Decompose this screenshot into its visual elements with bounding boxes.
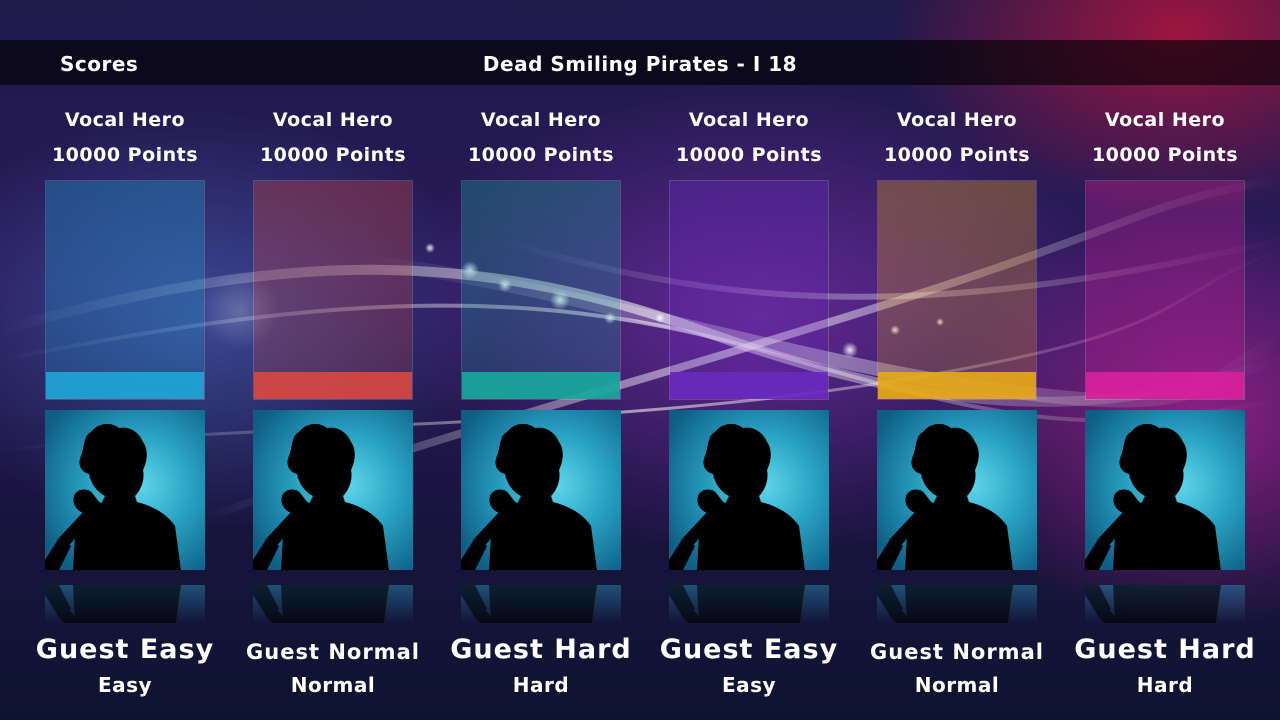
points-label: 10000 Points [467,144,615,166]
singer-silhouette-icon [45,423,181,570]
score-meter-band [670,372,828,399]
player-column: Vocal Hero 10000 Points Guest Easy Easy [36,0,213,720]
score-meter-band [878,372,1036,399]
score-meter-fill [254,181,412,399]
player-avatar-reflection [669,585,829,623]
score-meter [461,180,621,400]
singer-silhouette-icon [1085,585,1221,623]
player-name: Guest Normal [246,640,420,664]
player-column: Vocal Hero 10000 Points Guest Hard Hard [1074,0,1255,720]
instrument-label: Vocal Hero [480,109,602,131]
player-avatar-reflection [461,585,621,623]
singer-silhouette-icon [461,423,597,570]
singer-silhouette-icon [253,585,389,623]
singer-silhouette-icon [1085,423,1221,570]
player-avatar-reflection [253,585,413,623]
score-meter-band [1086,372,1244,399]
player-avatar [45,410,205,570]
player-avatar [253,410,413,570]
instrument-label: Vocal Hero [1104,109,1226,131]
singer-silhouette-icon [669,585,805,623]
player-avatar [669,410,829,570]
score-meter [1085,180,1245,400]
singer-silhouette-icon [253,423,389,570]
score-screen: Scores Dead Smiling Pirates - I 18 Vocal… [0,0,1280,720]
difficulty-label: Hard [512,673,570,697]
difficulty-label: Easy [721,673,777,697]
singer-silhouette-icon [461,585,597,623]
instrument-label: Vocal Hero [64,109,186,131]
score-meter [877,180,1037,400]
singer-silhouette-icon [877,423,1013,570]
player-avatar-reflection [45,585,205,623]
player-avatar-reflection [877,585,1037,623]
player-avatar-reflection [1085,585,1245,623]
singer-silhouette-icon [45,585,181,623]
difficulty-label: Easy [97,673,153,697]
score-meter-band [254,372,412,399]
player-column: Vocal Hero 10000 Points Guest Hard Hard [450,0,631,720]
player-name: Guest Hard [1074,634,1256,665]
points-label: 10000 Points [1091,144,1239,166]
player-name: Guest Hard [450,634,632,665]
score-meter-fill [878,181,1036,399]
player-column: Vocal Hero 10000 Points Guest Easy Easy [660,0,837,720]
player-name: Guest Easy [659,634,839,665]
player-avatar [461,410,621,570]
score-meter-fill [462,181,620,399]
score-meter [669,180,829,400]
points-label: 10000 Points [675,144,823,166]
player-name: Guest Normal [870,640,1044,664]
difficulty-label: Normal [914,673,1000,697]
player-avatar [1085,410,1245,570]
difficulty-label: Hard [1136,673,1194,697]
score-meter-fill [46,181,204,399]
difficulty-label: Normal [290,673,376,697]
singer-silhouette-icon [877,585,1013,623]
singer-silhouette-icon [669,423,805,570]
player-avatar [877,410,1037,570]
player-column: Vocal Hero 10000 Points Guest Normal Normal [246,0,419,720]
score-meter [45,180,205,400]
score-meter-band [46,372,204,399]
score-meter-band [462,372,620,399]
instrument-label: Vocal Hero [896,109,1018,131]
instrument-label: Vocal Hero [688,109,810,131]
instrument-label: Vocal Hero [272,109,394,131]
score-meter [253,180,413,400]
score-meter-fill [1086,181,1244,399]
points-label: 10000 Points [259,144,407,166]
player-name: Guest Easy [35,634,215,665]
points-label: 10000 Points [51,144,199,166]
score-meter-fill [670,181,828,399]
points-label: 10000 Points [883,144,1031,166]
player-column: Vocal Hero 10000 Points Guest Normal Normal [870,0,1043,720]
